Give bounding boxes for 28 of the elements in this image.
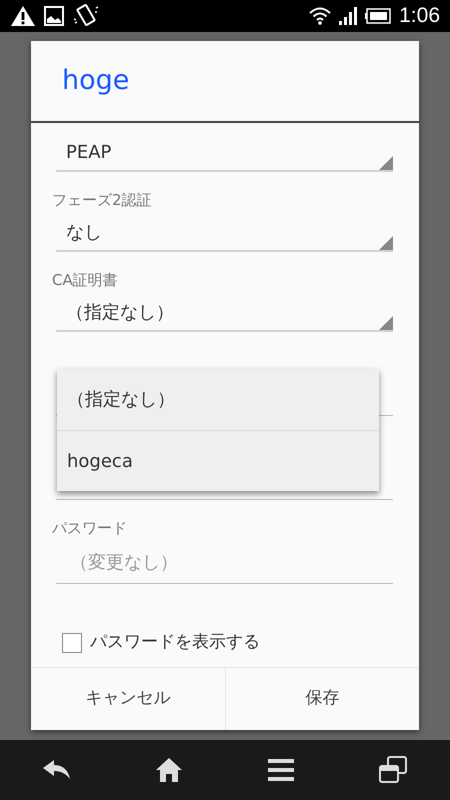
- field-label: CA証明書: [52, 270, 119, 291]
- warning-icon: [10, 5, 36, 27]
- dialog-button[interactable]: キャンセル: [31, 668, 224, 730]
- clock-time: 1:06: [399, 3, 440, 30]
- rotation-icon: [72, 3, 100, 29]
- dropdown-field[interactable]: （指定なし）: [56, 294, 393, 332]
- recent-apps-icon[interactable]: [379, 756, 408, 784]
- signal-icon: [339, 7, 358, 25]
- dialog-button[interactable]: 保存: [224, 668, 419, 730]
- field-label: パスワード: [52, 518, 128, 539]
- home-icon[interactable]: [156, 758, 182, 782]
- checkbox-label[interactable]: パスワードを表示する: [90, 630, 260, 656]
- dropdown-field[interactable]: PEAP: [56, 134, 393, 172]
- dropdown-triangle-icon: [379, 316, 393, 330]
- battery-icon: [365, 8, 392, 24]
- dropdown-triangle-icon: [379, 156, 393, 170]
- back-icon[interactable]: [42, 760, 71, 780]
- text-field[interactable]: （変更なし）: [56, 542, 393, 584]
- field-label: フェーズ2認証: [52, 190, 153, 211]
- checkbox[interactable]: [62, 633, 82, 653]
- dropdown-option[interactable]: hogeca: [57, 430, 379, 491]
- dialog-title: hoge: [31, 41, 419, 123]
- menu-icon[interactable]: [268, 759, 294, 781]
- wifi-icon: [309, 7, 332, 25]
- image-icon: [44, 6, 64, 26]
- dropdown-option[interactable]: （指定なし）: [57, 369, 379, 430]
- dropdown-field[interactable]: なし: [56, 214, 393, 252]
- dropdown-triangle-icon: [379, 236, 393, 250]
